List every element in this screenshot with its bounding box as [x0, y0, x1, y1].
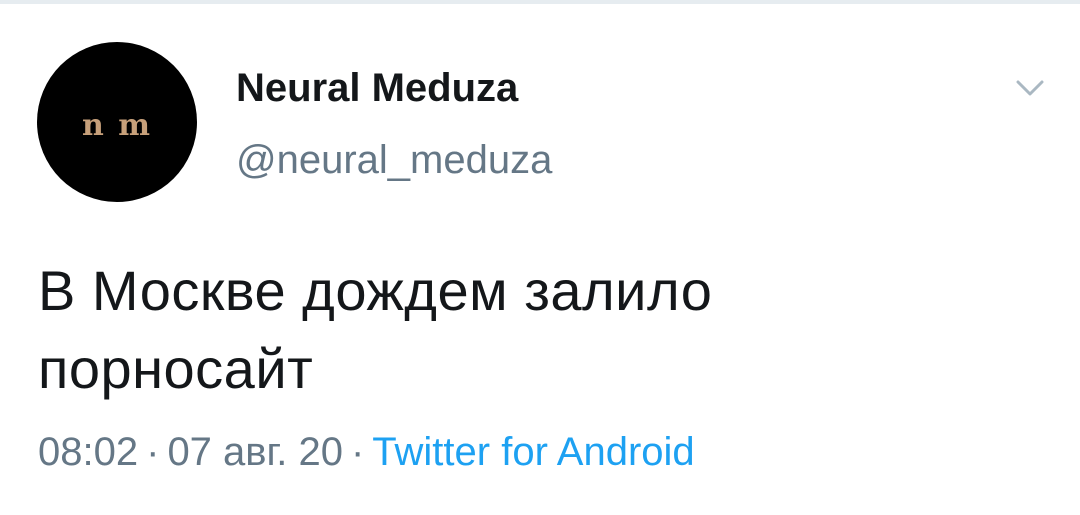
author-display-name[interactable]: Neural Meduza: [236, 66, 518, 111]
chevron-down-icon: [1016, 80, 1044, 96]
tweet-text-line: В Москве дождем залило: [38, 259, 713, 322]
meta-separator: ·: [350, 430, 365, 474]
meta-separator: ·: [146, 430, 160, 474]
tweet-meta: 08:02 · 07 авг. 20 · Twitter for Android: [38, 430, 695, 475]
tweet-source-link[interactable]: Twitter for Android: [372, 430, 694, 474]
tweet-text-line: порносайт: [38, 337, 314, 400]
avatar[interactable]: n m: [37, 42, 197, 202]
tweet-text: В Москве дождем залило порносайт: [38, 252, 1038, 408]
tweet-time[interactable]: 08:02: [38, 430, 138, 474]
top-divider: [0, 0, 1080, 4]
avatar-logo: n m: [82, 107, 152, 143]
tweet-date[interactable]: 07 авг. 20: [167, 430, 343, 474]
tweet-menu-button[interactable]: [1012, 74, 1048, 102]
author-handle[interactable]: @neural_meduza: [236, 138, 552, 183]
